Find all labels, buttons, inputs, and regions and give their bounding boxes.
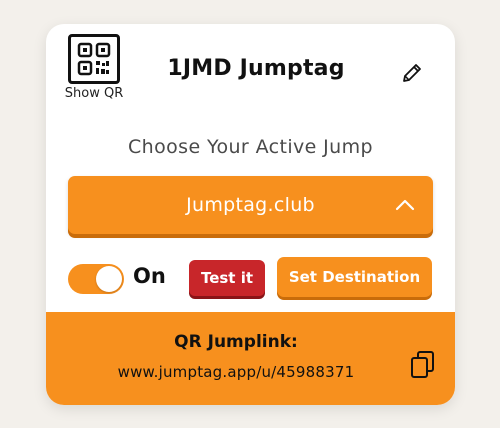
toggle-knob bbox=[96, 266, 122, 292]
chevron-up-icon bbox=[395, 199, 415, 211]
active-toggle[interactable] bbox=[68, 264, 124, 294]
qr-code-icon bbox=[68, 34, 120, 84]
toggle-label: On bbox=[133, 264, 166, 288]
set-destination-button[interactable]: Set Destination bbox=[277, 257, 432, 297]
choose-jump-heading: Choose Your Active Jump bbox=[127, 136, 373, 158]
test-it-button[interactable]: Test it bbox=[189, 260, 265, 296]
qr-jumplink-footer: QR Jumplink: www.jumptag.app/u/45988371 bbox=[46, 312, 455, 405]
pencil-icon bbox=[403, 64, 421, 82]
copy-button[interactable] bbox=[408, 348, 438, 382]
show-qr-label: Show QR bbox=[64, 86, 124, 101]
show-qr-button[interactable]: Show QR bbox=[60, 34, 128, 108]
qr-jumplink-title: QR Jumplink: bbox=[174, 332, 298, 352]
qr-jumplink-url[interactable]: www.jumptag.app/u/45988371 bbox=[46, 363, 426, 381]
active-jump-dropdown[interactable]: Jumptag.club bbox=[68, 176, 433, 234]
jumptag-card: Show QR 1JMD Jumptag Choose Your Active … bbox=[46, 24, 455, 405]
page-title: 1JMD Jumptag bbox=[167, 56, 345, 81]
edit-button[interactable] bbox=[398, 59, 426, 87]
dropdown-selected-value: Jumptag.club bbox=[186, 194, 315, 216]
copy-icon bbox=[411, 351, 434, 378]
